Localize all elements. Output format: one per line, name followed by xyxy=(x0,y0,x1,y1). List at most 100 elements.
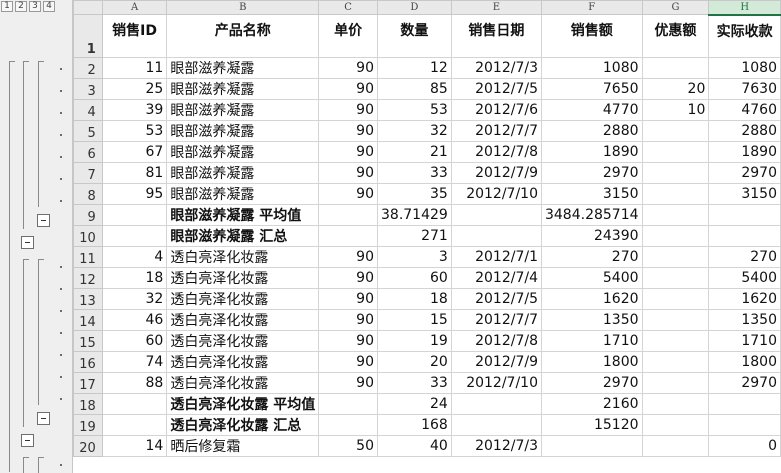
cell-sales-id[interactable]: 18 xyxy=(101,267,168,289)
cell-product-name[interactable]: 透白亮泽化妆露 xyxy=(166,288,320,310)
cell-sales-amount[interactable]: 4770 xyxy=(540,99,643,121)
collapse-group-minus-button[interactable] xyxy=(21,236,34,249)
cell-sales-id[interactable]: 81 xyxy=(101,162,168,184)
outline-group-bracket[interactable] xyxy=(9,61,10,472)
cell-sales-amount[interactable]: 2160 xyxy=(540,393,643,415)
cell-quantity[interactable]: 60 xyxy=(377,267,452,289)
collapse-group-minus-button[interactable] xyxy=(21,434,34,447)
cell-unit-price[interactable]: 90 xyxy=(318,246,378,268)
cell-sales-amount[interactable] xyxy=(540,435,643,457)
cell-sales-date[interactable]: 2012/7/3 xyxy=(450,57,542,79)
cell-actual-receipt[interactable] xyxy=(708,204,781,226)
outline-level-2-button[interactable]: 2 xyxy=(15,1,27,12)
outline-group-bracket[interactable] xyxy=(23,259,24,427)
cell-sales-amount[interactable]: 3484.285714 xyxy=(540,204,643,226)
cell-product-name[interactable]: 眼部滋养凝露 xyxy=(166,57,320,79)
cell-quantity[interactable]: 21 xyxy=(377,141,452,163)
cell-actual-receipt[interactable] xyxy=(708,414,781,436)
cell-product-name[interactable]: 透白亮泽化妆露 xyxy=(166,330,320,352)
cell-sales-id[interactable] xyxy=(101,204,168,226)
row-number[interactable]: 4 xyxy=(73,99,103,121)
outline-group-bracket[interactable] xyxy=(23,61,24,229)
cell-quantity[interactable]: 271 xyxy=(377,225,452,247)
cell-sales-id[interactable]: 14 xyxy=(101,435,168,457)
cell-sales-date[interactable]: 2012/7/3 xyxy=(450,435,542,457)
cell-product-name[interactable]: 眼部滋养凝露 xyxy=(166,120,320,142)
cell-sales-id[interactable]: 67 xyxy=(101,141,168,163)
cell-discount[interactable] xyxy=(641,288,710,310)
cell-quantity[interactable]: 18 xyxy=(377,288,452,310)
row-number[interactable]: 3 xyxy=(73,78,103,100)
cell-sales-amount[interactable]: 2880 xyxy=(540,120,643,142)
cell-sales-date[interactable]: 2012/7/7 xyxy=(450,120,542,142)
cell-sales-date[interactable] xyxy=(450,225,542,247)
cell-quantity[interactable]: 3 xyxy=(377,246,452,268)
cell-product-name[interactable]: 透白亮泽化妆露 xyxy=(166,267,320,289)
cell-unit-price[interactable]: 90 xyxy=(318,162,378,184)
cell-sales-id[interactable]: 74 xyxy=(101,351,168,373)
cell-discount[interactable] xyxy=(641,246,710,268)
cell-quantity[interactable]: 168 xyxy=(377,414,452,436)
outline-group-bracket[interactable] xyxy=(38,457,39,473)
cell-discount[interactable] xyxy=(641,351,710,373)
row-number[interactable]: 8 xyxy=(73,183,103,205)
cell-sales-id[interactable]: 4 xyxy=(101,246,168,268)
cell-sales-date[interactable]: 2012/7/10 xyxy=(450,183,542,205)
row-number[interactable]: 19 xyxy=(73,414,103,436)
cell-quantity[interactable]: 19 xyxy=(377,330,452,352)
row-number[interactable]: 10 xyxy=(73,225,103,247)
column-header-f[interactable]: F xyxy=(540,0,643,15)
cell-discount[interactable] xyxy=(641,162,710,184)
cell-actual-receipt[interactable]: 0 xyxy=(708,435,781,457)
cell-product-name[interactable]: 眼部滋养凝露 平均值 xyxy=(166,204,320,226)
cell-actual-receipt[interactable]: 1890 xyxy=(708,141,781,163)
column-header-a[interactable]: A xyxy=(101,0,168,15)
cell-sales-date[interactable]: 2012/7/7 xyxy=(450,309,542,331)
column-header-b[interactable]: B xyxy=(166,0,320,15)
cell-sales-amount[interactable]: 24390 xyxy=(540,225,643,247)
cell-sales-date[interactable]: 2012/7/10 xyxy=(450,372,542,394)
header-cell-quantity[interactable]: 数量 xyxy=(377,14,452,58)
cell-unit-price[interactable]: 90 xyxy=(318,99,378,121)
cell-sales-amount[interactable]: 270 xyxy=(540,246,643,268)
cell-product-name[interactable]: 透白亮泽化妆露 xyxy=(166,372,320,394)
cell-sales-date[interactable]: 2012/7/6 xyxy=(450,99,542,121)
cell-sales-id[interactable]: 95 xyxy=(101,183,168,205)
cell-sales-amount[interactable]: 1890 xyxy=(540,141,643,163)
outline-group-bracket[interactable] xyxy=(23,457,24,473)
cell-sales-date[interactable]: 2012/7/4 xyxy=(450,267,542,289)
column-header-c[interactable]: C xyxy=(318,0,378,15)
cell-discount[interactable] xyxy=(641,204,710,226)
row-number[interactable]: 11 xyxy=(73,246,103,268)
row-number[interactable]: 2 xyxy=(73,57,103,79)
cell-sales-amount[interactable]: 15120 xyxy=(540,414,643,436)
cell-discount[interactable] xyxy=(641,435,710,457)
row-number[interactable]: 9 xyxy=(73,204,103,226)
cell-sales-id[interactable] xyxy=(101,225,168,247)
cell-discount[interactable] xyxy=(641,330,710,352)
cell-product-name[interactable]: 眼部滋养凝露 xyxy=(166,99,320,121)
cell-discount[interactable] xyxy=(641,267,710,289)
cell-unit-price[interactable]: 90 xyxy=(318,288,378,310)
cell-unit-price[interactable]: 90 xyxy=(318,57,378,79)
cell-unit-price[interactable] xyxy=(318,225,378,247)
header-cell-actual-receipt[interactable]: 实际收款 xyxy=(708,14,781,58)
cell-discount[interactable]: 10 xyxy=(641,99,710,121)
cell-unit-price[interactable]: 90 xyxy=(318,120,378,142)
cell-actual-receipt[interactable]: 4760 xyxy=(708,99,781,121)
cell-sales-id[interactable]: 46 xyxy=(101,309,168,331)
cell-actual-receipt[interactable]: 2970 xyxy=(708,372,781,394)
row-number[interactable]: 18 xyxy=(73,393,103,415)
cell-sales-id[interactable]: 53 xyxy=(101,120,168,142)
cell-sales-id[interactable] xyxy=(101,414,168,436)
cell-unit-price[interactable]: 90 xyxy=(318,330,378,352)
cell-product-name[interactable]: 透白亮泽化妆露 xyxy=(166,246,320,268)
cell-actual-receipt[interactable]: 2970 xyxy=(708,162,781,184)
cell-sales-id[interactable]: 25 xyxy=(101,78,168,100)
cell-sales-date[interactable]: 2012/7/9 xyxy=(450,162,542,184)
cell-quantity[interactable]: 20 xyxy=(377,351,452,373)
column-header-h[interactable]: H xyxy=(708,0,781,16)
cell-actual-receipt[interactable] xyxy=(708,393,781,415)
cell-actual-receipt[interactable]: 270 xyxy=(708,246,781,268)
cell-quantity[interactable]: 85 xyxy=(377,78,452,100)
